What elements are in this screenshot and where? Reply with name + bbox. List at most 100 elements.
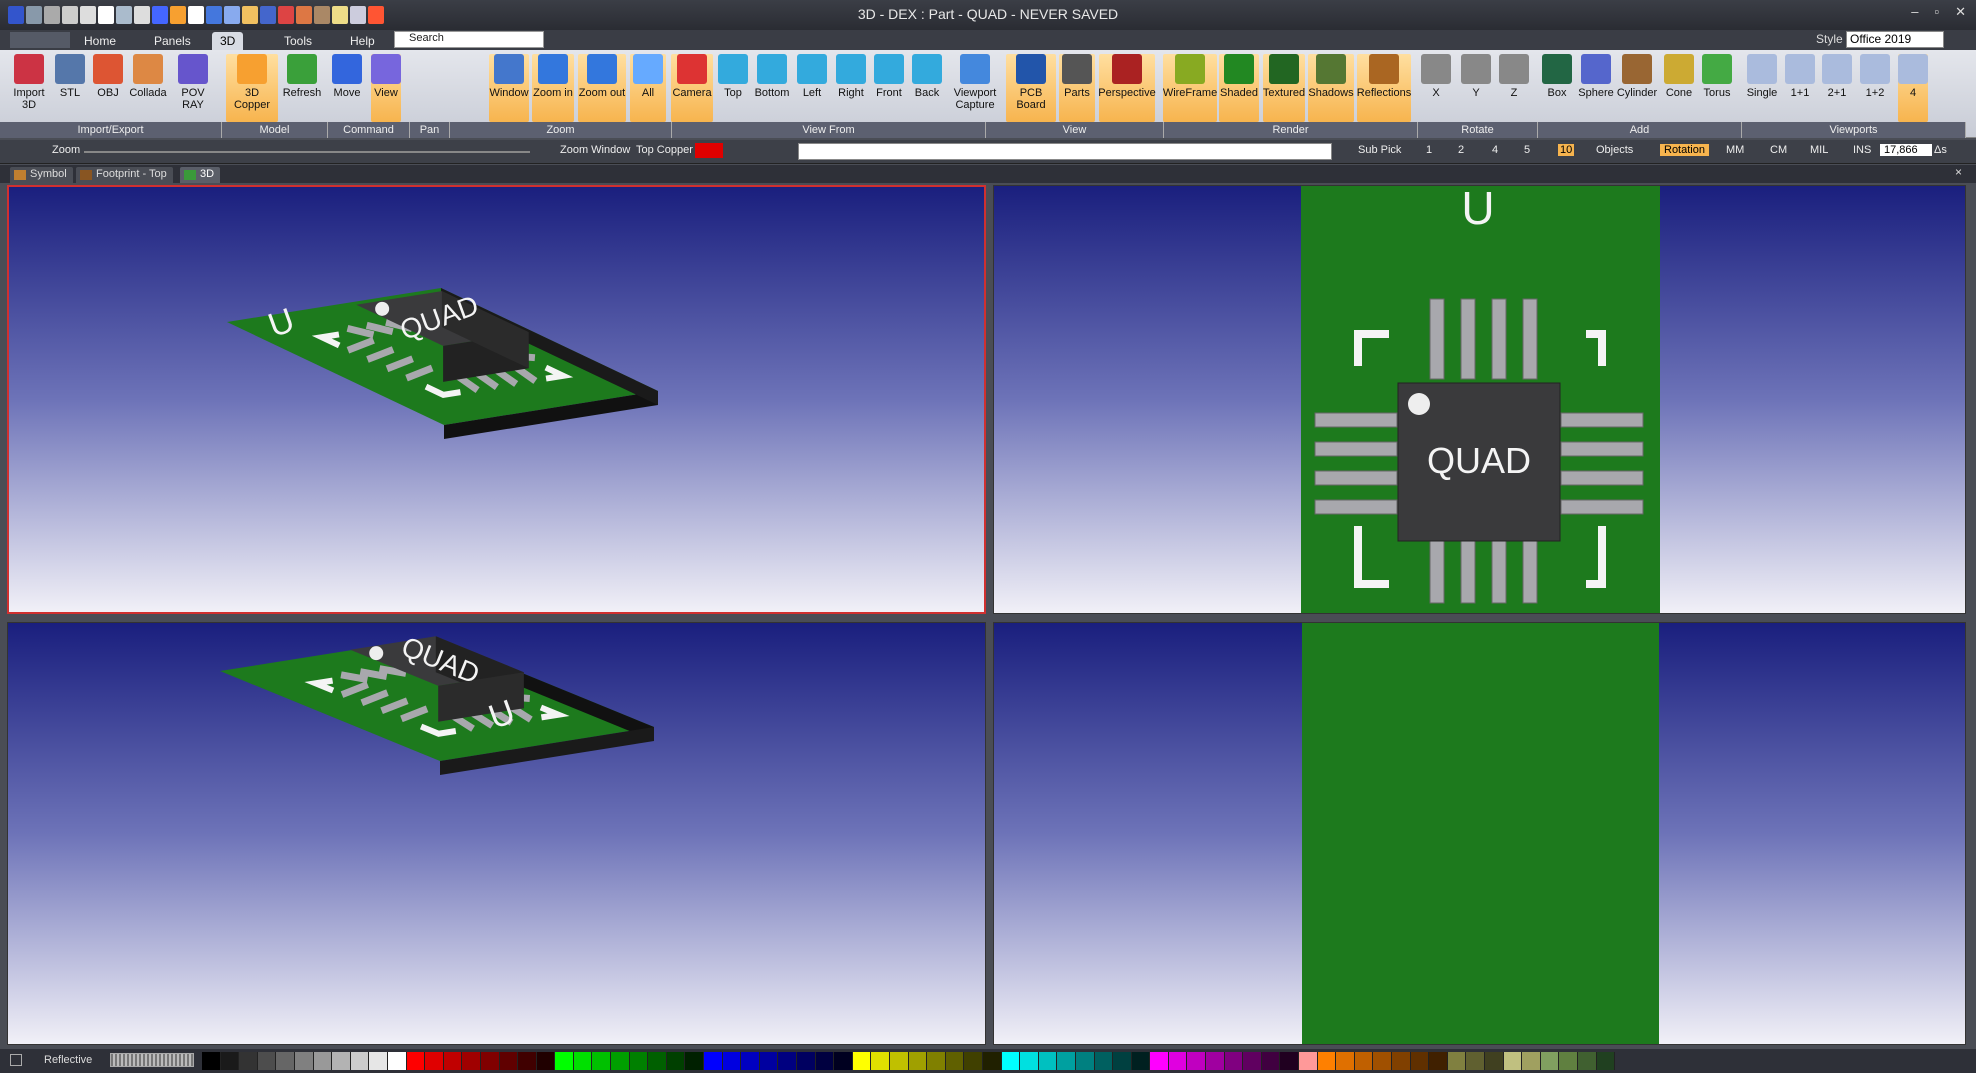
ribbon-button-1-1[interactable]: 1+1 [1782, 54, 1818, 122]
pick-level-2[interactable]: 2 [1458, 144, 1464, 156]
palette-swatch[interactable] [462, 1052, 481, 1070]
palette-swatch[interactable] [1596, 1052, 1616, 1070]
palette-swatch[interactable] [592, 1052, 612, 1070]
palette-swatch[interactable] [1057, 1052, 1076, 1070]
units-mm[interactable]: MM [1726, 144, 1744, 156]
ribbon-button-parts[interactable]: Parts [1059, 54, 1095, 122]
palette-swatch[interactable] [313, 1052, 333, 1070]
ribbon-button-torus[interactable]: Torus [1697, 54, 1737, 122]
ribbon-button-bottom[interactable]: Bottom [749, 54, 795, 122]
palette-swatch[interactable] [945, 1052, 965, 1070]
tab-symbol[interactable]: Symbol [10, 167, 73, 183]
palette-swatch[interactable] [666, 1052, 686, 1070]
palette-swatch[interactable] [1522, 1052, 1541, 1070]
ribbon-button-cone[interactable]: Cone [1661, 54, 1697, 122]
palette-swatch[interactable] [1484, 1052, 1504, 1070]
palette-swatch[interactable] [1113, 1052, 1132, 1070]
palette-swatch[interactable] [443, 1052, 463, 1070]
palette-swatch[interactable] [332, 1052, 351, 1070]
palette-swatch[interactable] [1168, 1052, 1188, 1070]
palette-swatch[interactable] [1336, 1052, 1355, 1070]
ribbon-button-wireframe[interactable]: WireFrame [1163, 54, 1217, 122]
ribbon-button-4[interactable]: 4 [1898, 54, 1928, 122]
menu-panels[interactable]: Panels [146, 32, 199, 50]
ribbon-button-collada[interactable]: Collada [128, 54, 168, 122]
viewport-bottom[interactable] [993, 622, 1966, 1045]
viewport-top[interactable]: U QUAD [993, 185, 1966, 614]
palette-swatch[interactable] [406, 1052, 426, 1070]
palette-swatch[interactable] [889, 1052, 909, 1070]
palette-swatch[interactable] [387, 1052, 407, 1070]
ribbon-button-all[interactable]: All [630, 54, 666, 122]
ribbon-button-shaded[interactable]: Shaded [1219, 54, 1259, 122]
palette-swatch[interactable] [1038, 1052, 1058, 1070]
ribbon-button-left[interactable]: Left [794, 54, 830, 122]
palette-swatch[interactable] [257, 1052, 277, 1070]
pick-level-10[interactable]: 10 [1558, 144, 1575, 156]
pick-level-1[interactable]: 1 [1426, 144, 1432, 156]
palette-swatch[interactable] [1224, 1052, 1244, 1070]
palette-swatch[interactable] [1187, 1052, 1207, 1070]
palette-swatch[interactable] [1094, 1052, 1114, 1070]
palette-swatch[interactable] [1243, 1052, 1262, 1070]
palette-swatch[interactable] [1261, 1052, 1281, 1070]
ribbon-button-sphere[interactable]: Sphere [1576, 54, 1616, 122]
palette-swatch[interactable] [704, 1052, 723, 1070]
ribbon-button-obj[interactable]: OBJ [93, 54, 123, 122]
palette-swatch[interactable] [611, 1052, 630, 1070]
layer-color-swatch[interactable] [695, 143, 723, 158]
palette-swatch[interactable] [1447, 1052, 1467, 1070]
units-mil[interactable]: MIL [1810, 144, 1828, 156]
ribbon-button-move[interactable]: Move [331, 54, 363, 122]
menu-help[interactable]: Help [342, 32, 383, 50]
zoom-window-button[interactable]: Zoom Window [560, 144, 630, 156]
app-menu-button[interactable] [10, 32, 70, 48]
reflective-checkbox[interactable] [10, 1054, 22, 1066]
palette-swatch[interactable] [1131, 1052, 1151, 1070]
ribbon-button-viewport-capture[interactable]: Viewport Capture [954, 54, 996, 122]
palette-swatch[interactable] [239, 1052, 258, 1070]
palette-swatch[interactable] [1280, 1052, 1300, 1070]
palette-swatch[interactable] [499, 1052, 519, 1070]
ribbon-button-1-2[interactable]: 1+2 [1857, 54, 1893, 122]
sub-pick-button[interactable]: Sub Pick [1358, 144, 1401, 156]
palette-swatch[interactable] [1540, 1052, 1560, 1070]
palette-swatch[interactable] [1150, 1052, 1169, 1070]
palette-swatch[interactable] [648, 1052, 667, 1070]
ribbon-button-top[interactable]: Top [715, 54, 751, 122]
ribbon-button-zoom-in[interactable]: Zoom in [532, 54, 574, 122]
line-style-selector[interactable] [110, 1053, 194, 1067]
viewport-perspective-2[interactable]: QUAD U [7, 622, 986, 1045]
palette-swatch[interactable] [927, 1052, 946, 1070]
palette-swatch[interactable] [685, 1052, 705, 1070]
ribbon-button-textured[interactable]: Textured [1263, 54, 1305, 122]
minimize-button[interactable]: – [1911, 4, 1918, 20]
palette-swatch[interactable] [536, 1052, 556, 1070]
ribbon-button-view[interactable]: View [371, 54, 401, 122]
palette-swatch[interactable] [964, 1052, 983, 1070]
palette-swatch[interactable] [294, 1052, 314, 1070]
palette-swatch[interactable] [1392, 1052, 1411, 1070]
ribbon-button-perspective[interactable]: Perspective [1098, 54, 1156, 122]
ribbon-button-pcb-board[interactable]: PCB Board [1006, 54, 1056, 122]
palette-swatch[interactable] [1317, 1052, 1337, 1070]
menu-tools[interactable]: Tools [276, 32, 320, 50]
palette-swatch[interactable] [1373, 1052, 1392, 1070]
style-selector[interactable]: Style Office 2019 [1816, 31, 1945, 48]
palette-swatch[interactable] [759, 1052, 779, 1070]
palette-swatch[interactable] [1299, 1052, 1318, 1070]
palette-swatch[interactable] [1577, 1052, 1597, 1070]
ribbon-button-shadows[interactable]: Shadows [1308, 54, 1354, 122]
palette-swatch[interactable] [1429, 1052, 1448, 1070]
ribbon-button-single[interactable]: Single [1742, 54, 1782, 122]
ribbon-button-reflections[interactable]: Reflections [1357, 54, 1411, 122]
menu-home[interactable]: Home [76, 32, 124, 50]
ribbon-button-y[interactable]: Y [1461, 54, 1491, 122]
palette-swatch[interactable] [573, 1052, 593, 1070]
pick-level-4[interactable]: 4 [1492, 144, 1498, 156]
palette-swatch[interactable] [815, 1052, 835, 1070]
palette-swatch[interactable] [908, 1052, 928, 1070]
palette-swatch[interactable] [555, 1052, 574, 1070]
units-ins[interactable]: INS [1853, 144, 1871, 156]
palette-swatch[interactable] [722, 1052, 742, 1070]
